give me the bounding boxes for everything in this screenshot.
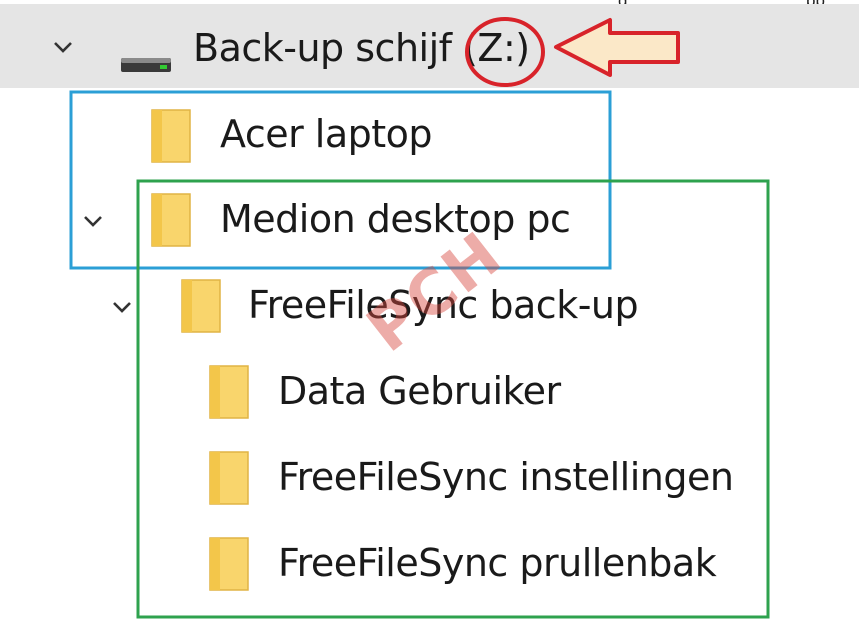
tree-item-drive[interactable]: Back-up schijf (Z:) [0, 4, 859, 88]
folder-icon [151, 193, 191, 247]
folder-label: Acer laptop [220, 112, 433, 156]
tree-item-freefilesync-instellingen[interactable]: FreeFileSync instellingen [0, 436, 859, 520]
folder-label: FreeFileSync prullenbak [278, 541, 717, 585]
chevron-down-icon[interactable] [52, 36, 74, 58]
folder-label: FreeFileSync instellingen [278, 455, 734, 499]
chevron-down-icon[interactable] [82, 210, 104, 232]
tree-item-freefilesync-prullenbak[interactable]: FreeFileSync prullenbak [0, 522, 859, 606]
tree-item-data-gebruiker[interactable]: Data Gebruiker [0, 350, 859, 434]
chevron-down-icon[interactable] [111, 296, 133, 318]
folder-label: Data Gebruiker [278, 369, 561, 413]
drive-label: Back-up schijf (Z:) [193, 26, 530, 70]
folder-icon [209, 537, 249, 591]
folder-icon [209, 365, 249, 419]
folder-icon [181, 279, 221, 333]
folder-icon [151, 109, 191, 163]
tree-item-acer-laptop[interactable]: Acer laptop [0, 92, 859, 176]
folder-icon [209, 451, 249, 505]
drive-icon [121, 58, 171, 72]
folder-label: Medion desktop pc [220, 197, 571, 241]
